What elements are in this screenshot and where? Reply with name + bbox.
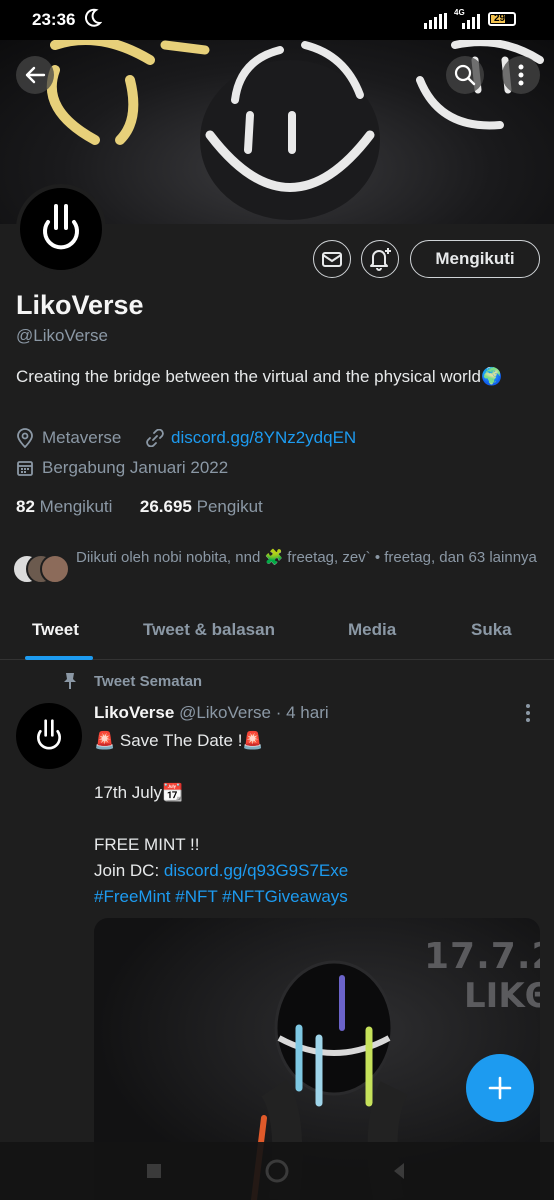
arrow-left-icon bbox=[25, 66, 46, 84]
tweet-handle: @LikoVerse bbox=[179, 703, 271, 722]
notifications-button[interactable] bbox=[361, 240, 399, 278]
liko-logo-icon bbox=[37, 719, 61, 750]
following-stat[interactable]: 82 Mengikuti bbox=[16, 497, 112, 516]
active-tab-indicator bbox=[25, 656, 93, 660]
profile-joined: Bergabung Januari 2022 bbox=[16, 458, 228, 478]
profile-website[interactable]: discord.gg/8YNz2ydqEN bbox=[146, 428, 356, 448]
avatar bbox=[40, 554, 70, 584]
pinned-label: Tweet Sematan bbox=[62, 672, 202, 690]
moon-icon bbox=[84, 8, 103, 33]
search-icon bbox=[454, 64, 476, 86]
tab-tweet[interactable]: Tweet bbox=[32, 620, 79, 640]
compose-tweet-button[interactable] bbox=[466, 1054, 534, 1122]
tweet-line-2: 17th July📆 bbox=[94, 783, 184, 802]
tweet-time: · 4 hari bbox=[275, 703, 329, 722]
tweet-hashtags[interactable]: #FreeMint #NFT #NFTGiveaways bbox=[94, 884, 348, 910]
system-nav-icons bbox=[147, 1159, 404, 1183]
link-icon bbox=[146, 429, 164, 447]
profile-stats: 82 Mengikuti 26.695 Pengikut bbox=[16, 497, 263, 517]
bell-plus-icon bbox=[370, 248, 391, 271]
tab-tweet-replies[interactable]: Tweet & balasan bbox=[143, 620, 275, 640]
tweet-line-1: 🚨 Save The Date !🚨 bbox=[94, 731, 264, 750]
followers-count: 26.695 bbox=[139, 497, 192, 516]
pin-icon bbox=[64, 673, 76, 689]
tweet-line-4: Join DC: discord.gg/q93G9S7Exe bbox=[94, 858, 348, 884]
tab-likes[interactable]: Suka bbox=[471, 620, 512, 640]
joined-text: Bergabung Januari 2022 bbox=[42, 458, 229, 477]
back-button[interactable] bbox=[16, 56, 54, 94]
tweet-author[interactable]: LikoVerse bbox=[94, 703, 174, 722]
profile-avatar[interactable] bbox=[16, 184, 106, 274]
profile-name: LikoVerse bbox=[16, 290, 144, 320]
battery-level: 29 bbox=[494, 13, 506, 24]
tweet-discord-link[interactable]: discord.gg/q93G9S7Exe bbox=[164, 861, 348, 880]
signal-icon bbox=[462, 13, 484, 34]
recents-icon bbox=[147, 1164, 161, 1178]
status-bar: 23:36 4G 29 bbox=[0, 0, 554, 40]
tab-media[interactable]: Media bbox=[348, 620, 396, 640]
following-label: Mengikuti bbox=[39, 497, 113, 516]
tweet-header: LikoVerse @LikoVerse · 4 hari bbox=[94, 703, 329, 723]
profile-tabs: Tweet Tweet & balasan Media Suka bbox=[0, 606, 554, 660]
followers-label: Pengikut bbox=[196, 497, 263, 516]
location-text: Metaverse bbox=[42, 428, 122, 447]
followed-by-text: Diikuti oleh nobi nobita, nnd 🧩 freetag,… bbox=[76, 549, 537, 566]
more-options-button[interactable] bbox=[502, 56, 540, 94]
home-icon bbox=[265, 1159, 289, 1183]
tweet-hashtags-text[interactable]: #FreeMint #NFT #NFTGiveaways bbox=[94, 887, 348, 906]
profile-handle: @LikoVerse bbox=[16, 326, 108, 345]
more-vertical-icon bbox=[518, 64, 524, 86]
location-pin-icon bbox=[17, 428, 33, 448]
more-vertical-icon bbox=[526, 704, 530, 722]
website-link[interactable]: discord.gg/8YNz2ydqEN bbox=[171, 428, 356, 448]
follower-avatars bbox=[12, 550, 72, 584]
tweet-join-text: Join DC: bbox=[94, 861, 164, 880]
following-button[interactable]: Mengikuti bbox=[410, 240, 540, 278]
mail-icon bbox=[322, 252, 342, 267]
message-button[interactable] bbox=[313, 240, 351, 278]
following-count: 82 bbox=[16, 497, 35, 516]
calendar-icon bbox=[17, 461, 33, 476]
tweet-avatar[interactable] bbox=[16, 703, 82, 769]
profile-location: Metaverse bbox=[16, 428, 121, 448]
tweet-line-3: FREE MINT !! bbox=[94, 835, 200, 854]
search-button[interactable] bbox=[446, 56, 484, 94]
liko-logo-icon bbox=[43, 204, 79, 250]
signal-icon bbox=[424, 13, 448, 34]
system-navigation-bar bbox=[0, 1142, 554, 1200]
followers-stat[interactable]: 26.695 Pengikut bbox=[140, 497, 263, 516]
profile-bio: Creating the bridge between the virtual … bbox=[16, 367, 503, 386]
pinned-text: Tweet Sematan bbox=[94, 672, 203, 690]
tweet-more-button[interactable] bbox=[520, 702, 536, 724]
back-icon bbox=[394, 1163, 404, 1179]
status-time: 23:36 bbox=[32, 10, 76, 29]
plus-icon bbox=[488, 1076, 512, 1100]
battery-icon: 29 bbox=[488, 12, 516, 26]
